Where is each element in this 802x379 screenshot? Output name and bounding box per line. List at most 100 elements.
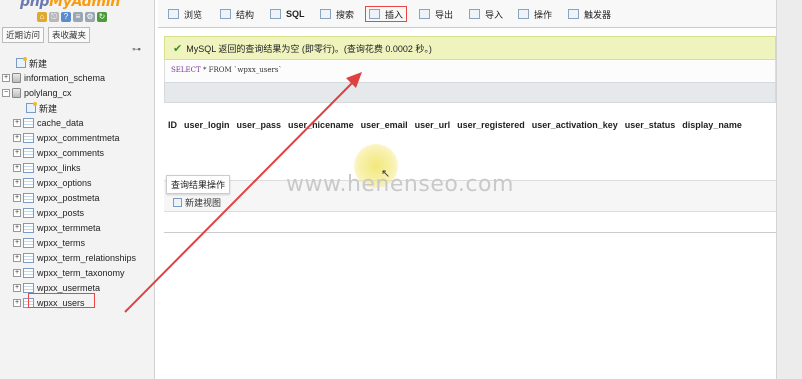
expand-icon[interactable]: + [13, 299, 21, 307]
table-icon [23, 268, 34, 278]
tab-export[interactable]: 导出 [419, 6, 453, 22]
new-icon [16, 57, 27, 68]
table-icon [23, 253, 34, 263]
query-result-operations-label: 查询结果操作 [166, 175, 231, 194]
column-header[interactable]: ID [168, 120, 177, 130]
column-header[interactable]: user_registered [457, 120, 525, 130]
expand-icon[interactable]: + [13, 284, 21, 292]
import-icon [469, 9, 480, 19]
expand-icon[interactable]: + [13, 194, 21, 202]
expand-icon[interactable]: + [13, 269, 21, 277]
table-icon [23, 208, 34, 218]
tree-item-table[interactable]: + wpxx_links [13, 161, 81, 175]
help-icon[interactable]: ? [61, 12, 71, 22]
tree-item-table[interactable]: + wpxx_term_taxonomy [13, 266, 125, 280]
table-icon [23, 223, 34, 233]
tree-item-new-database[interactable]: 新建 [16, 56, 47, 70]
table-icon [23, 193, 34, 203]
table-icon [23, 163, 34, 173]
tree-item-table[interactable]: + wpxx_postmeta [13, 191, 100, 205]
column-header[interactable]: user_activation_key [532, 120, 618, 130]
database-icon [12, 73, 21, 83]
query-options-bar [164, 82, 776, 103]
column-header[interactable]: display_name [682, 120, 742, 130]
search-icon [320, 9, 331, 19]
expand-icon[interactable]: + [13, 239, 21, 247]
reload-icon[interactable]: ↻ [97, 12, 107, 22]
column-header[interactable]: user_url [415, 120, 451, 130]
docs-icon[interactable]: ≡ [73, 12, 83, 22]
column-header[interactable]: user_nicename [288, 120, 354, 130]
table-icon [23, 283, 34, 293]
table-icon [23, 238, 34, 248]
tab-search[interactable]: 搜索 [320, 6, 354, 22]
expand-icon[interactable]: + [13, 134, 21, 142]
scroll-gutter [776, 0, 802, 379]
link-icon[interactable]: ⊶ [132, 44, 141, 55]
settings-icon[interactable]: ⚙ [85, 12, 95, 22]
result-column-headers: ID user_login user_pass user_nicename us… [168, 120, 773, 130]
divider [164, 232, 776, 233]
column-header[interactable]: user_pass [237, 120, 282, 130]
tab-structure[interactable]: 结构 [220, 6, 254, 22]
navigation-sidebar: phpMyAdmin ⌂ ⎋ ? ≡ ⚙ ↻ 近期访问 表收藏夹 ⊶ 新建 + i… [0, 0, 155, 379]
tree-item-table[interactable]: + cache_data [13, 116, 84, 130]
table-icon [23, 133, 34, 143]
tree-item-table[interactable]: + wpxx_term_relationships [13, 251, 136, 265]
trigger-icon [568, 9, 579, 19]
screen: phpMyAdmin ⌂ ⎋ ? ≡ ⚙ ↻ 近期访问 表收藏夹 ⊶ 新建 + i… [0, 0, 802, 379]
tab-insert[interactable]: 插入 [365, 6, 408, 22]
tree-item-new-table[interactable]: 新建 [26, 101, 57, 115]
expand-icon[interactable]: + [13, 209, 21, 217]
check-icon: ✔ [173, 42, 183, 55]
home-icon[interactable]: ⌂ [37, 12, 47, 22]
tab-favorites[interactable]: 表收藏夹 [48, 27, 91, 43]
sql-icon [270, 9, 281, 19]
tree-item-table[interactable]: + wpxx_comments [13, 146, 104, 160]
database-icon [12, 88, 21, 98]
tab-browse[interactable]: 浏览 [168, 6, 202, 22]
main-content: 浏览 结构 SQL 搜索 插入 导出 导入 操作 触发器 ✔ MySQL 返回的… [158, 0, 776, 379]
tree-item-table[interactable]: + wpxx_termmeta [13, 221, 101, 235]
column-header[interactable]: user_status [625, 120, 676, 130]
tree-item-table[interactable]: + wpxx_options [13, 176, 92, 190]
watermark: www.henenseo.com [286, 172, 514, 197]
phpmyadmin-logo[interactable]: phpMyAdmin [20, 0, 120, 10]
structure-icon [220, 9, 231, 19]
expand-icon[interactable]: + [13, 164, 21, 172]
column-header[interactable]: user_email [361, 120, 408, 130]
column-header[interactable]: user_login [184, 120, 230, 130]
sql-keyword: SELECT [171, 66, 201, 74]
expand-icon[interactable]: + [2, 74, 10, 82]
tree-item-table[interactable]: + wpxx_posts [13, 206, 84, 220]
expand-icon[interactable]: + [13, 149, 21, 157]
logout-icon[interactable]: ⎋ [49, 12, 59, 22]
sidebar-tabs: 近期访问 表收藏夹 [2, 27, 91, 43]
expand-icon[interactable]: + [13, 254, 21, 262]
table-tabs: 浏览 结构 SQL 搜索 插入 导出 导入 操作 触发器 [158, 0, 776, 28]
collapse-icon[interactable]: − [2, 89, 10, 97]
expand-icon[interactable]: + [13, 224, 21, 232]
tree-item-information-schema[interactable]: + information_schema [2, 71, 105, 85]
tree-item-table[interactable]: + wpxx_terms [13, 236, 85, 250]
expand-icon[interactable]: + [13, 119, 21, 127]
table-icon [23, 178, 34, 188]
success-message: ✔ MySQL 返回的查询结果为空 (即零行)。(查询花费 0.0002 秒。) [164, 36, 776, 60]
sql-query-display[interactable]: SELECT * FROM `wpxx_users` [164, 60, 776, 82]
sql-text: * FROM `wpxx_users` [202, 66, 282, 74]
tab-operations[interactable]: 操作 [518, 6, 552, 22]
create-view-link[interactable]: 新建视图 [173, 196, 221, 209]
table-icon [23, 118, 34, 128]
expand-icon[interactable]: + [13, 179, 21, 187]
tab-import[interactable]: 导入 [469, 6, 503, 22]
tab-recent[interactable]: 近期访问 [2, 27, 45, 43]
tree-item-polylang-cx[interactable]: − polylang_cx [2, 86, 72, 100]
export-icon [419, 9, 430, 19]
tab-sql[interactable]: SQL [270, 6, 305, 22]
wrench-icon [518, 9, 529, 19]
new-table-icon [26, 102, 37, 113]
tree-item-table[interactable]: + wpxx_commentmeta [13, 131, 120, 145]
table-icon [23, 148, 34, 158]
tab-triggers[interactable]: 触发器 [568, 6, 611, 22]
insert-icon [369, 9, 380, 19]
